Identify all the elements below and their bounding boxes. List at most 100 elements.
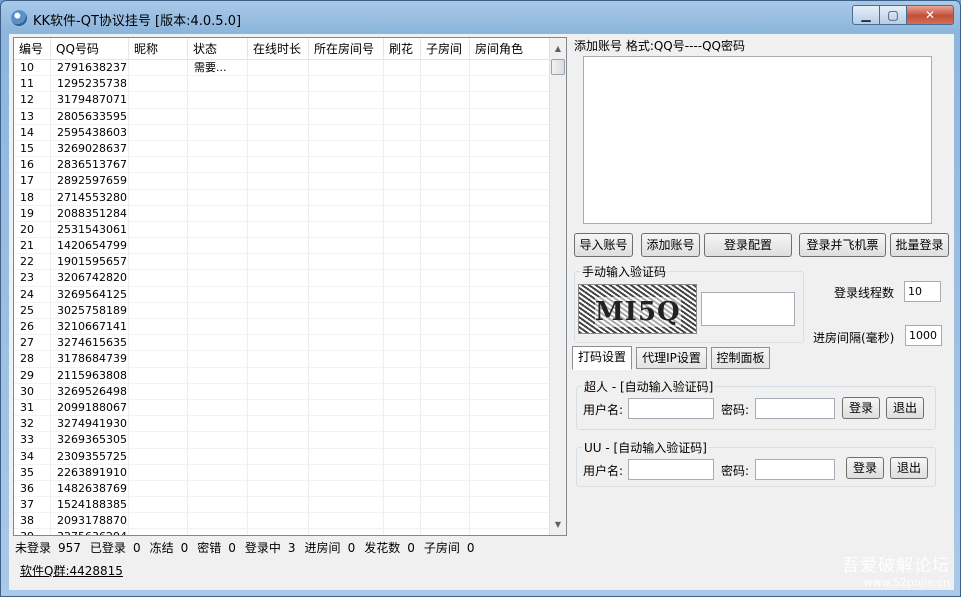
import-accounts-button[interactable]: 导入账号 — [574, 233, 633, 257]
column-header[interactable]: 房间角色 — [470, 38, 551, 60]
batch-login-button[interactable]: 批量登录 — [890, 233, 949, 257]
table-row[interactable]: 29 2115963808 — [14, 367, 551, 384]
column-header[interactable]: 子房间 — [421, 38, 470, 60]
table-row[interactable]: 14 2595438603 — [14, 124, 551, 141]
tab-captcha-settings[interactable]: 打码设置 — [572, 346, 632, 370]
table-cell: 19 — [14, 205, 51, 222]
column-header[interactable]: 刷花 — [384, 38, 421, 60]
table-cell — [309, 351, 384, 368]
table-row[interactable]: 22 1901595657 — [14, 254, 551, 271]
table-cell: 18 — [14, 189, 51, 206]
uu-username-input[interactable] — [628, 459, 714, 480]
minimize-button[interactable]: ▁ — [852, 5, 880, 25]
table-cell — [248, 92, 309, 109]
table-cell — [248, 448, 309, 465]
table-row[interactable]: 30 3269526498 — [14, 383, 551, 400]
table-cell: 35 — [14, 464, 51, 481]
table-cell — [309, 480, 384, 498]
table-cell — [309, 60, 384, 77]
table-row[interactable]: 35 2263891910 — [14, 464, 551, 481]
table-cell — [188, 108, 248, 125]
table-cell — [421, 108, 470, 125]
table-cell — [129, 497, 188, 514]
account-table[interactable]: 编号 QQ号码 昵称 状态 在线时长 所在房间号 刷花 子房间 房间角色 10 279163823… — [13, 37, 567, 536]
login-airplane-button[interactable]: 登录并飞机票 — [799, 233, 886, 257]
table-cell: 17 — [14, 173, 51, 190]
add-account-button[interactable]: 添加账号 — [641, 233, 700, 257]
table-row[interactable]: 11 1295235738 — [14, 76, 551, 93]
captcha-input[interactable] — [701, 292, 795, 326]
uu-logout-button[interactable]: 退出 — [890, 457, 928, 479]
table-row[interactable]: 32 3274941930 — [14, 416, 551, 433]
chaoren-logout-button[interactable]: 退出 — [886, 397, 924, 419]
chaoren-password-input[interactable] — [755, 398, 835, 419]
column-header[interactable]: QQ号码 — [51, 38, 129, 60]
table-row[interactable]: 17 2892597659 — [14, 173, 551, 190]
table-row[interactable]: 26 3210667141 — [14, 319, 551, 336]
table-cell: 3178684739 — [51, 351, 129, 368]
column-header[interactable]: 状态 — [188, 38, 248, 60]
maximize-button[interactable]: ▢ — [880, 5, 907, 25]
status-item: 已登录 0 — [90, 541, 141, 555]
table-cell — [188, 416, 248, 433]
table-row[interactable]: 16 2836513767 — [14, 157, 551, 174]
table-row[interactable]: 24 3269564125 — [14, 286, 551, 303]
table-cell: 3210667141 — [51, 319, 129, 336]
table-cell — [384, 383, 421, 400]
table-row[interactable]: 393275636294 — [14, 529, 551, 535]
table-cell: 2309355725 — [51, 448, 129, 465]
table-cell — [129, 448, 188, 465]
table-cell — [470, 529, 551, 535]
table-row[interactable]: 19 2088351284 — [14, 205, 551, 222]
table-row[interactable]: 33 3269365305 — [14, 432, 551, 449]
table-row[interactable]: 23 3206742820 — [14, 270, 551, 287]
table-cell: 33 — [14, 432, 51, 449]
table-row[interactable]: 37 1524188385 — [14, 497, 551, 514]
uu-password-input[interactable] — [755, 459, 835, 480]
table-cell — [188, 221, 248, 239]
table-row[interactable]: 36 1482638769 — [14, 480, 551, 498]
scroll-thumb[interactable] — [551, 59, 565, 75]
table-row[interactable]: 12 3179487071 — [14, 92, 551, 109]
column-header[interactable]: 所在房间号 — [309, 38, 384, 60]
captcha-image[interactable]: MI5Q — [578, 284, 697, 334]
title-bar[interactable]: KK软件-QT协议挂号 [版本:4.0.5.0] ▁ ▢ ✕ — [1, 1, 960, 34]
table-cell — [309, 529, 384, 535]
table-row[interactable]: 15 3269028637 — [14, 140, 551, 158]
table-row[interactable]: 20 2531543061 — [14, 221, 551, 239]
threads-input[interactable]: 10 — [904, 281, 941, 302]
table-cell: 1901595657 — [51, 254, 129, 271]
table-row[interactable]: 28 3178684739 — [14, 351, 551, 368]
table-cell — [470, 157, 551, 174]
table-cell — [248, 464, 309, 481]
status-label: 发花数 — [364, 541, 401, 555]
table-row[interactable]: 38 2093178870 — [14, 513, 551, 530]
table-cell — [309, 173, 384, 190]
table-cell — [421, 205, 470, 222]
interval-input[interactable]: 1000 — [905, 325, 942, 346]
table-cell — [384, 432, 421, 449]
table-cell — [384, 480, 421, 498]
column-header[interactable]: 编号 — [14, 38, 51, 60]
qq-group-link[interactable]: 软件Q群:4428815 — [20, 562, 123, 579]
table-row[interactable]: 31 2099188067 — [14, 399, 551, 417]
table-row[interactable]: 34 2309355725 — [14, 448, 551, 465]
table-row[interactable]: 27 3274615635 — [14, 335, 551, 352]
chaoren-username-input[interactable] — [628, 398, 714, 419]
close-button[interactable]: ✕ — [907, 5, 954, 25]
app-window: KK软件-QT协议挂号 [版本:4.0.5.0] ▁ ▢ ✕ 编号 QQ号码 昵称状… — [0, 0, 961, 597]
column-header[interactable]: 昵称 — [129, 38, 188, 60]
chaoren-login-button[interactable]: 登录 — [842, 397, 880, 419]
table-row[interactable]: 10 2791638237 需要... — [14, 60, 551, 77]
column-header[interactable]: 在线时长 — [248, 38, 309, 60]
uu-login-button[interactable]: 登录 — [846, 457, 884, 479]
add-account-textarea[interactable] — [583, 56, 932, 224]
table-row[interactable]: 18 2714553280 — [14, 189, 551, 206]
table-row[interactable]: 21 1420654799 — [14, 238, 551, 255]
table-row[interactable]: 13 2805633595 — [14, 108, 551, 125]
table-row[interactable]: 25 3025758189 — [14, 302, 551, 319]
table-cell: 26 — [14, 319, 51, 336]
tab-proxy-settings[interactable]: 代理IP设置 — [636, 347, 707, 369]
login-config-button[interactable]: 登录配置 — [704, 233, 792, 257]
tab-control-panel[interactable]: 控制面板 — [711, 347, 770, 369]
